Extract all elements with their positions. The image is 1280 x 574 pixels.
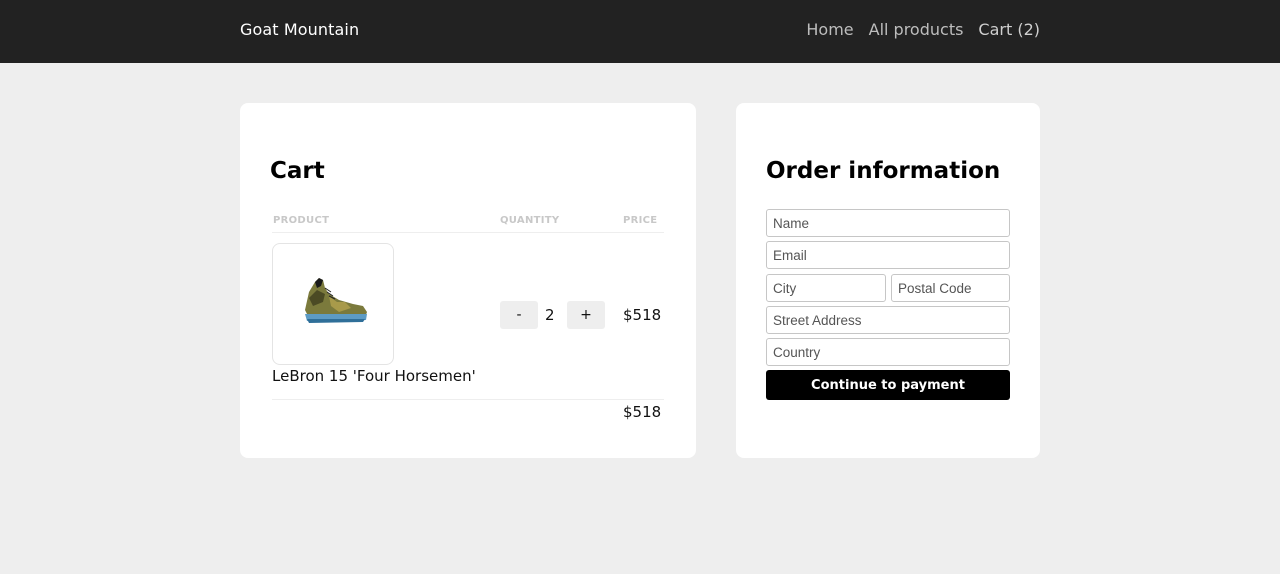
order-card: Order information Continue to payment xyxy=(736,103,1040,458)
column-header-product: PRODUCT xyxy=(273,215,330,226)
name-field[interactable] xyxy=(766,209,1010,237)
postal-code-field[interactable] xyxy=(891,274,1010,302)
order-title: Order information xyxy=(766,158,1001,184)
email-field[interactable] xyxy=(766,241,1010,269)
column-header-quantity: QUANTITY xyxy=(500,215,560,226)
nav-link-home[interactable]: Home xyxy=(806,20,853,39)
street-address-field[interactable] xyxy=(766,306,1010,334)
continue-to-payment-button[interactable]: Continue to payment xyxy=(766,370,1010,400)
cart-total: $518 xyxy=(623,403,662,421)
item-price: $518 xyxy=(623,306,662,324)
column-header-price: PRICE xyxy=(623,215,658,226)
top-navbar: Goat Mountain Home All products Cart (2) xyxy=(0,0,1280,63)
product-thumbnail[interactable] xyxy=(272,243,394,365)
nav-link-all-products[interactable]: All products xyxy=(869,20,964,39)
brand-logo-text[interactable]: Goat Mountain xyxy=(240,20,359,39)
cart-title: Cart xyxy=(270,158,325,184)
increase-quantity-button[interactable]: + xyxy=(567,301,605,329)
country-field[interactable] xyxy=(766,338,1010,366)
decrease-quantity-button[interactable]: - xyxy=(500,301,538,329)
sneaker-image xyxy=(305,278,367,323)
cart-card: Cart PRODUCT QUANTITY PRICE LeBron 15 'F… xyxy=(240,103,696,458)
nav-link-cart[interactable]: Cart (2) xyxy=(978,20,1040,39)
nav-links: Home All products Cart (2) xyxy=(806,20,1040,39)
product-name[interactable]: LeBron 15 'Four Horsemen' xyxy=(272,367,476,385)
quantity-value: 2 xyxy=(545,306,555,324)
city-field[interactable] xyxy=(766,274,886,302)
header-divider xyxy=(272,232,664,233)
total-divider xyxy=(272,399,664,400)
